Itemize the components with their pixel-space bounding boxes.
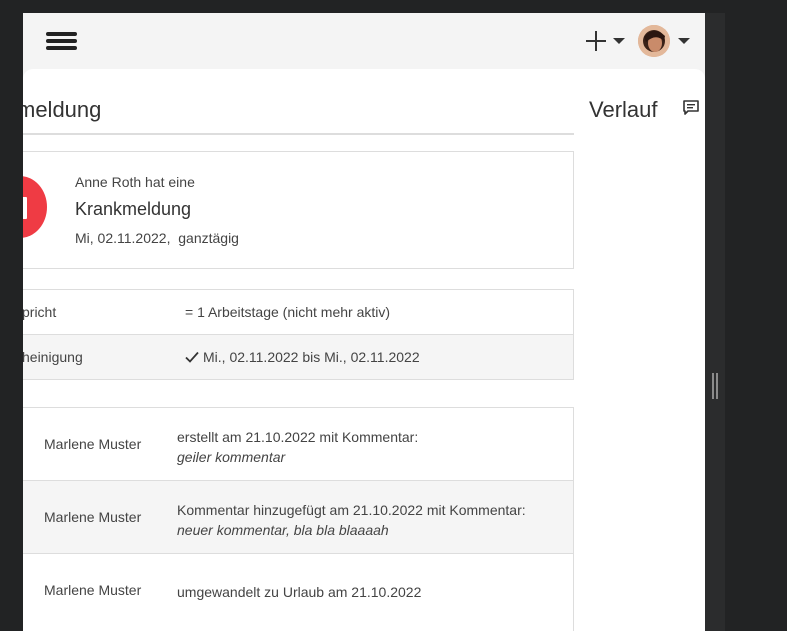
history-comment: neuer kommentar, bla bla blaaaah — [177, 522, 389, 538]
table-row: Marlene Muster erstellt am 21.10.2022 mi… — [23, 408, 573, 480]
history-comment: geiler kommentar — [177, 449, 286, 465]
absence-date: Mi, 02.11.2022, ganztägig — [75, 230, 239, 246]
history-entry: erstellt am 21.10.2022 mit Kommentar: ge… — [177, 427, 418, 467]
history-text: erstellt am 21.10.2022 mit Kommentar: — [177, 429, 419, 445]
history-text: Kommentar hinzugefügt am 21.10.2022 mit … — [177, 502, 526, 518]
history-text: umgewandelt zu Urlaub am 21.10.2022 — [177, 584, 422, 600]
summary-intro: Anne Roth hat eine — [75, 174, 195, 190]
app-window: meldung Verlauf Anne Roth hat eine Krank… — [23, 13, 705, 631]
history-table: Marlene Muster erstellt am 21.10.2022 mi… — [23, 407, 574, 631]
chevron-down-icon — [678, 38, 690, 44]
table-row: Marlene Muster umgewandelt zu Urlaub am … — [23, 553, 573, 626]
checkmark-icon — [185, 351, 199, 363]
history-panel-title: Verlauf — [589, 97, 658, 122]
detail-row: spricht = 1 Arbeitstage (nicht mehr akti… — [23, 290, 573, 334]
detail-value: Mi., 02.11.2022 bis Mi., 02.11.2022 — [185, 349, 420, 365]
title-divider — [23, 133, 574, 135]
history-entry: Kommentar hinzugefügt am 21.10.2022 mit … — [177, 500, 526, 540]
hamburger-menu-icon[interactable] — [46, 31, 78, 51]
history-author: Marlene Muster — [44, 509, 142, 525]
detail-value-text: Mi., 02.11.2022 bis Mi., 02.11.2022 — [203, 349, 420, 365]
page-title: meldung — [23, 97, 102, 122]
comment-icon[interactable] — [682, 100, 700, 116]
top-navigation-bar — [23, 13, 705, 69]
detail-row: cheinigung Mi., 02.11.2022 bis Mi., 02.1… — [23, 334, 573, 379]
history-entry: umgewandelt zu Urlaub am 21.10.2022 — [177, 582, 421, 602]
history-author: Marlene Muster — [44, 436, 142, 452]
absence-summary-card: Anne Roth hat eine Krankmeldung Mi, 02.1… — [23, 151, 574, 269]
resize-handle[interactable] — [712, 373, 718, 399]
add-menu-button[interactable] — [585, 30, 629, 52]
detail-label: cheinigung — [23, 349, 83, 365]
avatar — [638, 25, 670, 57]
side-panel-edge — [705, 13, 725, 631]
detail-label: spricht — [23, 304, 57, 320]
absence-type: Krankmeldung — [75, 199, 192, 219]
user-menu-button[interactable] — [638, 25, 694, 59]
table-row: Marlene Muster Kommentar hinzugefügt am … — [23, 480, 573, 553]
chevron-down-icon — [613, 38, 625, 44]
absence-type-icon — [23, 176, 47, 238]
history-author: Marlene Muster — [44, 582, 142, 598]
detail-value: = 1 Arbeitstage (nicht mehr aktiv) — [185, 304, 391, 320]
details-table: spricht = 1 Arbeitstage (nicht mehr akti… — [23, 289, 574, 380]
plus-icon — [586, 31, 606, 51]
